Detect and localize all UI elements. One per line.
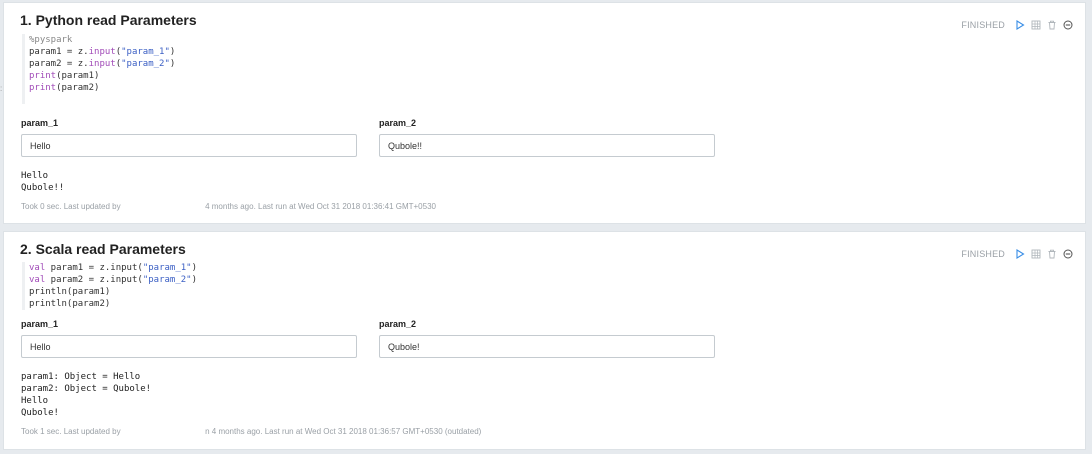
paragraph-python: 1. Python read Parameters FINISHED %pysp… [3,2,1086,224]
param-2-input[interactable] [379,134,715,157]
code-line: println(param1) [29,287,111,297]
param-1-input[interactable] [21,134,357,157]
left-edge-mark: : [0,84,3,93]
code-line: param2 = z.input("param_2") [29,59,176,69]
param-1-field: param_1 [21,118,357,157]
paragraph-output: param1: Object = Hello param2: Object = … [21,371,151,419]
code-line: println(param2) [29,299,111,309]
param-2-label: param_2 [379,319,417,329]
code-line: val param1 = z.input("param_1") [29,263,198,273]
output-line: param1: Object = Hello [21,372,141,382]
code-line: param1 = z.input("param_1") [29,47,176,57]
grid-icon[interactable] [1031,20,1041,30]
param-2-label: param_2 [379,118,417,128]
code-line: print(param1) [29,71,100,81]
trash-icon[interactable] [1047,249,1057,259]
footer-last-run: 4 months ago. Last run at Wed Oct 31 201… [205,202,436,211]
param-2-input[interactable] [379,335,715,358]
paragraph-title[interactable]: 1. Python read Parameters [20,12,197,28]
play-icon[interactable] [1015,249,1025,259]
play-icon[interactable] [1015,20,1025,30]
footer-took: Took 0 sec. Last updated by [21,202,121,211]
status-label: FINISHED [961,20,1005,30]
circle-minus-icon[interactable] [1063,20,1073,30]
paragraph-controls: FINISHED [961,249,1073,259]
code-line: %pyspark [29,35,73,45]
param-2-field: param_2 [379,118,715,157]
code-editor[interactable]: val param1 = z.input("param_1") val para… [22,262,197,310]
code-line: print(param2) [29,83,100,93]
footer-took: Took 1 sec. Last updated by [21,427,121,436]
code-editor[interactable]: %pyspark param1 = z.input("param_1") par… [22,34,175,104]
param-1-label: param_1 [21,319,59,329]
footer-last-run: n 4 months ago. Last run at Wed Oct 31 2… [205,427,482,436]
paragraph-footer: Took 1 sec. Last updated by n 4 months a… [21,427,481,436]
paragraph-title[interactable]: 2. Scala read Parameters [20,241,186,257]
output-line: Qubole! [21,408,59,418]
paragraph-scala: 2. Scala read Parameters FINISHED val pa… [3,231,1086,450]
code-line: val param2 = z.input("param_2") [29,275,198,285]
output-line: Qubole!! [21,183,65,193]
param-2-field: param_2 [379,319,715,358]
param-1-input[interactable] [21,335,357,358]
output-line: Hello [21,171,49,181]
paragraph-controls: FINISHED [961,20,1073,30]
paragraph-output: Hello Qubole!! [21,170,64,194]
status-label: FINISHED [961,249,1005,259]
paragraph-footer: Took 0 sec. Last updated by 4 months ago… [21,202,436,211]
circle-minus-icon[interactable] [1063,249,1073,259]
output-line: param2: Object = Qubole! [21,384,152,394]
param-1-label: param_1 [21,118,59,128]
param-1-field: param_1 [21,319,357,358]
output-line: Hello [21,396,49,406]
grid-icon[interactable] [1031,249,1041,259]
trash-icon[interactable] [1047,20,1057,30]
